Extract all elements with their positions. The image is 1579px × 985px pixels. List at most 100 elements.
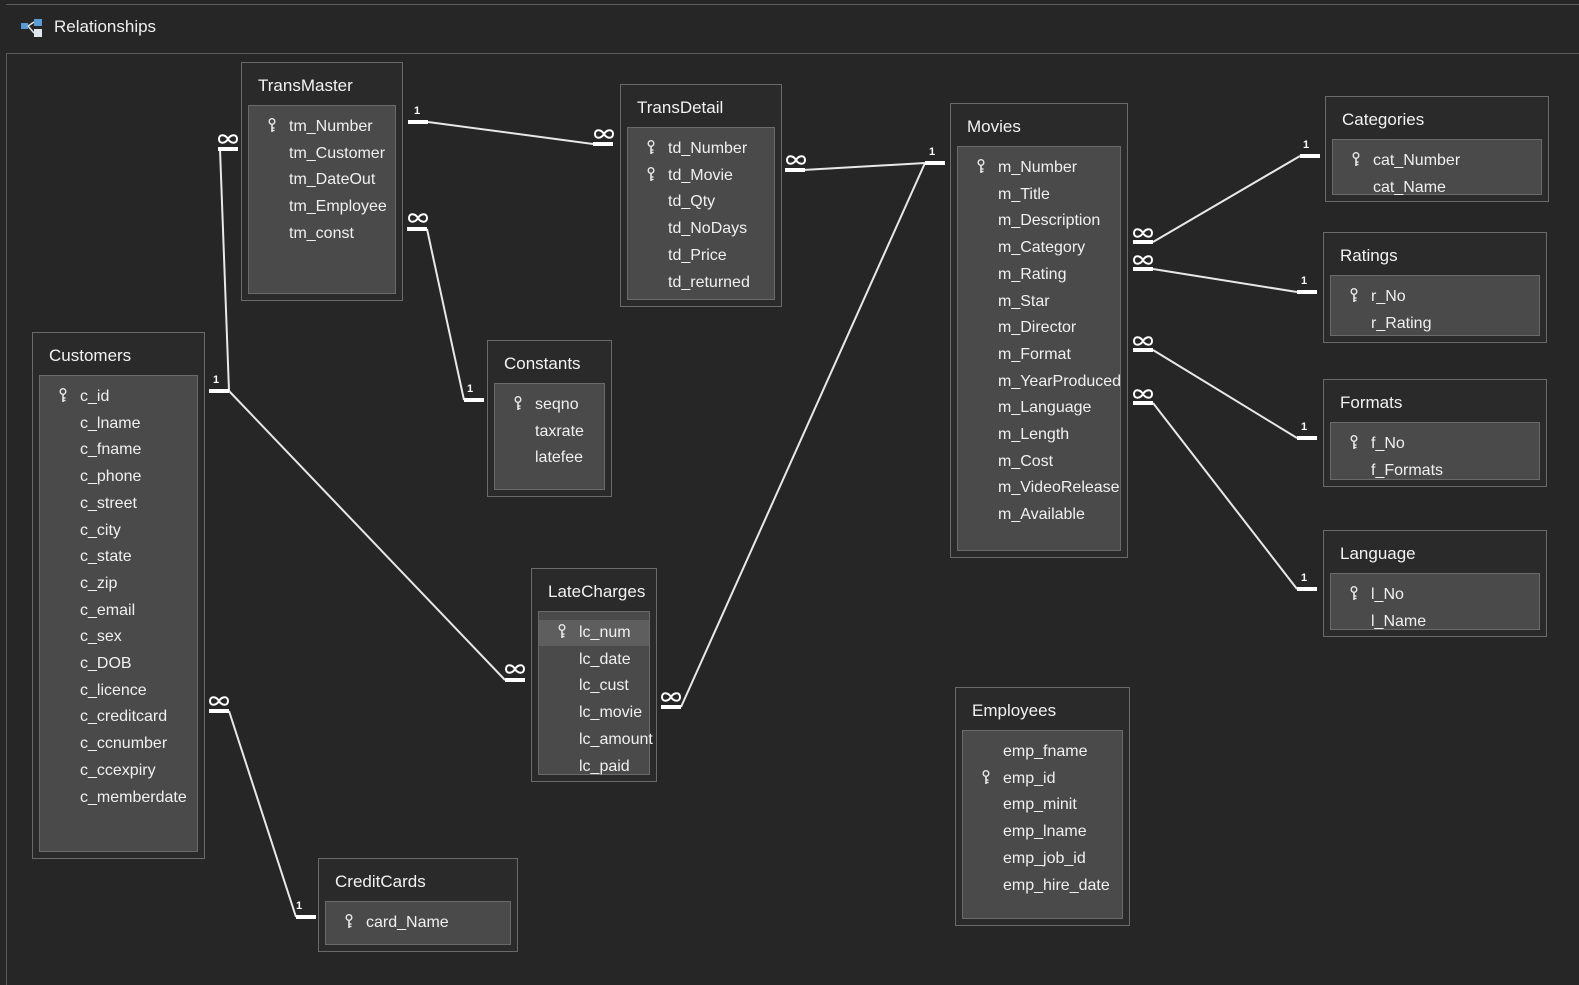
field-row[interactable]: c_state	[40, 544, 197, 570]
field-row[interactable]: l_Name	[1331, 609, 1539, 635]
field-list[interactable]: seqno taxrate latefee	[494, 383, 605, 490]
field-row[interactable]: m_Format	[958, 342, 1120, 368]
table-transmaster[interactable]: TransMaster tm_Number tm_Customer tm_DateOu…	[241, 62, 403, 301]
table-title[interactable]: Language	[1324, 531, 1546, 573]
field-row[interactable]: r_Rating	[1331, 311, 1539, 337]
field-list[interactable]: cat_Number cat_Name	[1332, 139, 1542, 196]
field-row[interactable]: f_No	[1331, 431, 1539, 457]
field-row[interactable]: m_Number	[958, 155, 1120, 181]
table-customers[interactable]: Customers c_id c_lname c_fname c_phone c_stre…	[32, 332, 205, 859]
field-row[interactable]: emp_id	[963, 766, 1122, 792]
field-row[interactable]: c_fname	[40, 437, 197, 463]
field-row[interactable]: emp_fname	[963, 739, 1122, 765]
field-row[interactable]: c_id	[40, 384, 197, 410]
field-row[interactable]: tm_const	[249, 221, 395, 247]
field-row[interactable]: m_Category	[958, 235, 1120, 261]
field-list[interactable]: card_Name	[325, 901, 511, 945]
field-list[interactable]: emp_fname emp_id emp_minit emp_lname emp_job…	[962, 730, 1123, 919]
field-row[interactable]: td_Price	[628, 243, 774, 269]
field-row[interactable]: l_No	[1331, 582, 1539, 608]
field-list[interactable]: td_Number td_Movie td_Qty td_NoDays td_Price…	[627, 127, 775, 300]
field-row[interactable]: tm_Number	[249, 114, 395, 140]
field-row[interactable]: m_YearProduced	[958, 369, 1121, 395]
field-row[interactable]: c_memberdate	[40, 785, 197, 811]
field-row[interactable]: r_No	[1331, 284, 1539, 310]
field-row[interactable]: f_Formats	[1331, 458, 1539, 484]
field-row[interactable]: lc_date	[539, 647, 649, 673]
table-language[interactable]: Language l_No l_Name	[1323, 530, 1547, 637]
field-row[interactable]: c_ccexpiry	[40, 758, 197, 784]
field-row[interactable]: m_Director	[958, 315, 1120, 341]
field-row[interactable]: lc_paid	[539, 754, 649, 780]
field-row[interactable]: emp_job_id	[963, 846, 1122, 872]
document-tab[interactable]: Relationships	[6, 4, 1579, 54]
field-row[interactable]: latefee	[495, 445, 604, 471]
field-row[interactable]: tm_Employee	[249, 194, 395, 220]
field-row[interactable]: m_VideoRelease	[958, 475, 1120, 501]
field-list[interactable]: r_No r_Rating	[1330, 275, 1540, 336]
field-row[interactable]: cat_Number	[1333, 148, 1541, 174]
field-row[interactable]: c_ccnumber	[40, 731, 197, 757]
field-row[interactable]: c_email	[40, 598, 197, 624]
field-row[interactable]: m_Description	[958, 208, 1120, 234]
table-title[interactable]: CreditCards	[319, 859, 517, 901]
table-title[interactable]: Formats	[1324, 380, 1546, 422]
field-row[interactable]: td_NoDays	[628, 216, 774, 242]
field-row[interactable]: c_zip	[40, 571, 197, 597]
field-row[interactable]: m_Available	[958, 502, 1120, 528]
field-list[interactable]: f_No f_Formats	[1330, 422, 1540, 480]
field-row[interactable]: td_Movie	[628, 163, 774, 189]
table-ratings[interactable]: Ratings r_No r_Rating	[1323, 232, 1547, 343]
table-categories[interactable]: Categories cat_Number cat_Name	[1325, 96, 1549, 202]
field-row[interactable]: emp_lname	[963, 819, 1122, 845]
table-latecharges[interactable]: LateCharges lc_num lc_date lc_cust lc_movie l…	[531, 568, 657, 782]
field-list[interactable]: l_No l_Name	[1330, 573, 1540, 630]
field-row[interactable]: c_sex	[40, 624, 197, 650]
field-list[interactable]: lc_num lc_date lc_cust lc_movie lc_amount lc_…	[538, 611, 653, 775]
field-row[interactable]: card_Name	[326, 910, 510, 936]
field-row[interactable]: lc_movie	[539, 700, 649, 726]
table-title[interactable]: LateCharges	[532, 569, 656, 611]
field-row[interactable]: lc_amount	[539, 727, 653, 753]
field-row[interactable]: c_licence	[40, 678, 197, 704]
table-title[interactable]: Categories	[1326, 97, 1548, 139]
field-row[interactable]: c_phone	[40, 464, 197, 490]
field-row[interactable]: m_Length	[958, 422, 1120, 448]
field-row[interactable]: td_Number	[628, 136, 774, 162]
field-row[interactable]: m_Cost	[958, 449, 1120, 475]
field-row[interactable]: tm_DateOut	[249, 167, 395, 193]
table-movies[interactable]: Movies m_Number m_Title m_Description m_Cate…	[950, 103, 1128, 558]
table-transdetail[interactable]: TransDetail td_Number td_Movie td_Qty td_NoD…	[620, 84, 782, 307]
field-row[interactable]: c_lname	[40, 411, 197, 437]
table-title[interactable]: Movies	[951, 104, 1127, 146]
table-creditcards[interactable]: CreditCards card_Name	[318, 858, 518, 952]
field-row[interactable]: c_street	[40, 491, 197, 517]
field-list[interactable]: c_id c_lname c_fname c_phone c_street c_city c…	[39, 375, 198, 852]
table-title[interactable]: Customers	[33, 333, 204, 375]
field-row[interactable]: tm_Customer	[249, 141, 395, 167]
field-row[interactable]: lc_num	[539, 620, 649, 646]
field-row[interactable]: c_city	[40, 518, 197, 544]
field-row[interactable]: emp_hire_date	[963, 873, 1122, 899]
field-row[interactable]: td_Qty	[628, 189, 774, 215]
field-row[interactable]: td_returned	[628, 270, 774, 296]
field-list[interactable]: m_Number m_Title m_Description m_Category m_…	[957, 146, 1121, 551]
table-title[interactable]: Constants	[488, 341, 611, 383]
field-row[interactable]: c_creditcard	[40, 704, 197, 730]
table-title[interactable]: Employees	[956, 688, 1129, 730]
table-title[interactable]: TransDetail	[621, 85, 781, 127]
field-row[interactable]: lc_cust	[539, 673, 649, 699]
table-constants[interactable]: Constants seqno taxrate latefee	[487, 340, 612, 497]
field-row[interactable]: m_Star	[958, 289, 1120, 315]
field-row[interactable]: m_Rating	[958, 262, 1120, 288]
table-title[interactable]: Ratings	[1324, 233, 1546, 275]
field-row[interactable]: seqno	[495, 392, 604, 418]
field-row[interactable]: taxrate	[495, 419, 604, 445]
table-employees[interactable]: Employees emp_fname emp_id emp_minit emp_lna…	[955, 687, 1130, 926]
field-row[interactable]: m_Language	[958, 395, 1120, 421]
field-row[interactable]: c_DOB	[40, 651, 197, 677]
table-formats[interactable]: Formats f_No f_Formats	[1323, 379, 1547, 487]
field-row[interactable]: cat_Name	[1333, 175, 1541, 201]
field-row[interactable]: m_Title	[958, 182, 1120, 208]
field-list[interactable]: tm_Number tm_Customer tm_DateOut tm_Employe…	[248, 105, 396, 294]
